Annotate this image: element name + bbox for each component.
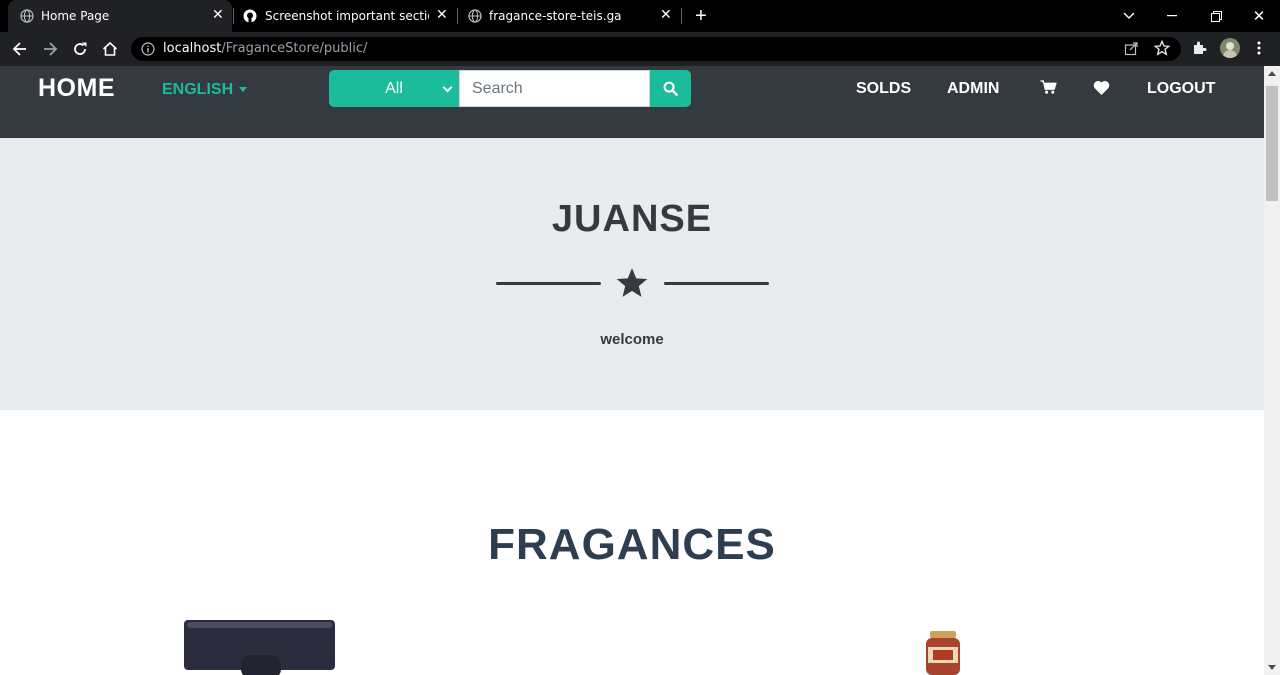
- product-image[interactable]: [924, 631, 962, 675]
- url-path: /FraganceStore/public/: [221, 41, 368, 56]
- extensions-icon[interactable]: [1191, 40, 1207, 61]
- tab-title: fragance-store-teis.ga: [489, 9, 622, 23]
- language-dropdown[interactable]: ENGLISH: [162, 81, 248, 99]
- forward-icon[interactable]: [39, 38, 61, 60]
- divider-line-right: [664, 282, 769, 285]
- tab-separator: [681, 8, 682, 24]
- nav-link-admin[interactable]: ADMIN: [947, 80, 999, 98]
- nav-link-solds[interactable]: SOLDS: [856, 80, 911, 98]
- profile-avatar[interactable]: [1220, 38, 1240, 58]
- search-category-select[interactable]: All: [329, 70, 459, 107]
- close-tab-icon[interactable]: ✕: [212, 7, 224, 23]
- site-navbar: HOME ENGLISH All SOLDS ADMIN LOGOUT: [0, 66, 1264, 138]
- tab-screenshot[interactable]: Screenshot important section · m ✕: [234, 0, 456, 32]
- search-button[interactable]: [650, 70, 691, 107]
- close-tab-icon[interactable]: ✕: [436, 7, 448, 23]
- menu-icon[interactable]: [1257, 41, 1261, 60]
- masthead: JUANSE welcome: [0, 138, 1264, 410]
- share-icon[interactable]: [1124, 41, 1139, 61]
- product-image[interactable]: [183, 619, 336, 675]
- minimize-icon[interactable]: [1160, 0, 1184, 32]
- tab-search-icon[interactable]: [1118, 0, 1140, 32]
- globe-icon: [20, 9, 34, 23]
- star-icon: [615, 266, 649, 305]
- brand-home-link[interactable]: HOME: [38, 74, 115, 103]
- site-info-icon[interactable]: [141, 42, 155, 61]
- heart-icon[interactable]: [1093, 80, 1110, 100]
- search-icon: [663, 81, 678, 96]
- section-title: FRAGANCES: [488, 520, 776, 569]
- close-tab-icon[interactable]: ✕: [660, 7, 672, 23]
- page-scrollbar[interactable]: [1264, 66, 1280, 675]
- search-input[interactable]: [459, 70, 650, 107]
- scroll-up-arrow-icon[interactable]: [1268, 71, 1276, 76]
- globe-icon: [468, 9, 482, 23]
- tab-home-page[interactable]: Home Page ✕: [8, 0, 232, 32]
- chevron-down-icon: [442, 82, 453, 93]
- scroll-down-arrow-icon[interactable]: [1268, 665, 1276, 670]
- home-icon[interactable]: [99, 38, 121, 60]
- masthead-subtitle: welcome: [600, 331, 664, 348]
- language-label: ENGLISH: [162, 81, 234, 98]
- masthead-title: JUANSE: [551, 198, 713, 240]
- cart-icon[interactable]: [1040, 79, 1057, 100]
- browser-tab-bar: Home Page ✕ Screenshot important section…: [0, 0, 1280, 32]
- divider-line-left: [496, 282, 601, 285]
- scrollbar-thumb[interactable]: [1266, 86, 1278, 201]
- tab-title: Home Page: [41, 9, 110, 23]
- nav-link-logout[interactable]: LOGOUT: [1147, 80, 1215, 98]
- github-icon: [243, 9, 257, 23]
- restore-icon[interactable]: [1204, 0, 1228, 32]
- tab-title: Screenshot important section · m: [265, 9, 429, 23]
- reload-icon[interactable]: [69, 38, 91, 60]
- close-window-icon[interactable]: ✕: [1247, 0, 1271, 32]
- url-host: localhost: [163, 41, 222, 56]
- tab-fragance-store[interactable]: fragance-store-teis.ga ✕: [458, 0, 680, 32]
- bookmark-star-icon[interactable]: [1153, 39, 1171, 61]
- url-text: localhost/FraganceStore/public/: [163, 41, 367, 56]
- search-category-value: All: [385, 79, 403, 97]
- back-icon[interactable]: [9, 38, 31, 60]
- caret-down-icon: [239, 87, 248, 93]
- search-form: All: [329, 70, 691, 107]
- page-viewport: HOME ENGLISH All SOLDS ADMIN LOGOUT JUAN…: [0, 66, 1264, 675]
- new-tab-icon[interactable]: +: [690, 0, 712, 32]
